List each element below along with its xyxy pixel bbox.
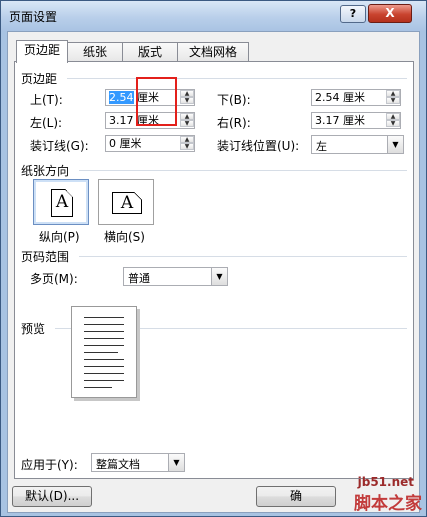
bottom-margin-input[interactable]: 2.54 厘米: [315, 91, 365, 105]
right-margin-input[interactable]: 3.17 厘米: [315, 114, 365, 128]
landscape-letter: A: [120, 193, 134, 213]
ok-button[interactable]: 确: [256, 486, 336, 507]
spin-down-icon[interactable]: ▼: [180, 120, 194, 127]
preview-text-line: [84, 331, 124, 332]
gutter-label: 装订线(G):: [30, 139, 89, 153]
orientation-group-title: 纸张方向: [21, 164, 70, 178]
portrait-page-icon: A: [51, 189, 73, 217]
default-button[interactable]: 默认(D)...: [12, 486, 92, 507]
apply-to-label: 应用于(Y):: [21, 458, 78, 472]
preview-text-line: [84, 387, 112, 388]
bottom-margin-spinner[interactable]: 2.54 厘米 ▲ ▼: [311, 89, 401, 106]
tab-layout[interactable]: 版式: [122, 42, 178, 62]
multiple-pages-value: 普通: [128, 272, 150, 285]
site-watermark: jb51.net 脚本之家: [354, 475, 422, 514]
page-preview: [71, 306, 137, 398]
right-margin-spinner[interactable]: 3.17 厘米 ▲ ▼: [311, 112, 401, 129]
preview-text-line: [84, 317, 124, 318]
spin-up-icon[interactable]: ▲: [180, 90, 194, 97]
margins-panel: 页边距 上(T): 2.54 厘米 ▲ ▼ 下(B): 2.54 厘米 ▲ ▼ …: [14, 61, 414, 479]
multiple-pages-label: 多页(M):: [30, 272, 78, 286]
tab-margins[interactable]: 页边距: [16, 40, 68, 63]
left-margin-value: 3.17: [109, 114, 134, 127]
watermark-brand: 脚本之家: [354, 494, 422, 514]
spin-up-icon[interactable]: ▲: [386, 113, 400, 120]
spin-up-icon[interactable]: ▲: [180, 136, 194, 143]
preview-group-title: 预览: [21, 322, 46, 336]
tab-paper[interactable]: 纸张: [67, 42, 123, 62]
preview-text-line: [84, 352, 118, 353]
landscape-label[interactable]: 横向(S): [104, 228, 145, 245]
preview-text-line: [84, 324, 124, 325]
top-margin-label: 上(T):: [30, 93, 63, 107]
page-setup-dialog: 页面设置 ? X 页边距 纸张 版式 文档网格 页边距 上(T): 2.54 厘…: [0, 0, 427, 517]
portrait-button[interactable]: A: [33, 179, 89, 225]
margins-divider: [67, 78, 407, 79]
help-button[interactable]: ?: [340, 5, 366, 23]
gutter-input[interactable]: 0 厘米: [109, 137, 142, 151]
title-bar: 页面设置 ? X: [1, 1, 426, 31]
right-margin-arrows: ▲ ▼: [386, 113, 400, 128]
margins-group-title: 页边距: [21, 72, 58, 86]
unit-highlight-box: [136, 77, 177, 126]
portrait-letter: A: [55, 192, 69, 212]
gutter-position-value: 左: [316, 140, 327, 153]
left-margin-label: 左(L):: [30, 116, 63, 130]
watermark-site: jb51.net: [357, 475, 414, 489]
preview-text-line: [84, 359, 124, 360]
top-margin-arrows: ▲ ▼: [180, 90, 194, 105]
orientation-divider: [79, 170, 407, 171]
apply-to-select[interactable]: 整篇文档 ▼: [91, 453, 185, 472]
bottom-margin-arrows: ▲ ▼: [386, 90, 400, 105]
close-button[interactable]: X: [368, 4, 412, 23]
preview-text-line: [84, 373, 124, 374]
chevron-down-icon[interactable]: ▼: [387, 136, 403, 153]
spin-up-icon[interactable]: ▲: [180, 113, 194, 120]
apply-to-value: 整篇文档: [96, 458, 140, 471]
preview-text-line: [84, 338, 124, 339]
preview-text-line: [84, 380, 124, 381]
preview-text-line: [84, 345, 124, 346]
spin-down-icon[interactable]: ▼: [386, 120, 400, 127]
portrait-label[interactable]: 纵向(P): [39, 228, 80, 245]
tab-document-grid[interactable]: 文档网格: [177, 42, 249, 62]
chevron-down-icon[interactable]: ▼: [211, 268, 227, 285]
spin-down-icon[interactable]: ▼: [386, 97, 400, 104]
chevron-down-icon[interactable]: ▼: [168, 454, 184, 471]
landscape-button[interactable]: A: [98, 179, 154, 225]
spin-down-icon[interactable]: ▼: [180, 143, 194, 150]
bottom-margin-label: 下(B):: [217, 93, 251, 107]
right-margin-label: 右(R):: [217, 116, 251, 130]
pages-group-title: 页码范围: [21, 250, 70, 264]
gutter-position-select[interactable]: 左 ▼: [311, 135, 404, 154]
preview-text-line: [84, 366, 124, 367]
spin-down-icon[interactable]: ▼: [180, 97, 194, 104]
gutter-arrows: ▲ ▼: [180, 136, 194, 151]
top-margin-value: 2.54: [109, 91, 134, 104]
spin-up-icon[interactable]: ▲: [386, 90, 400, 97]
gutter-spinner[interactable]: 0 厘米 ▲ ▼: [105, 135, 195, 152]
dialog-body: 页边距 纸张 版式 文档网格 页边距 上(T): 2.54 厘米 ▲ ▼ 下(B…: [7, 31, 420, 513]
gutter-position-label: 装订线位置(U):: [217, 139, 300, 153]
pages-divider: [79, 256, 407, 257]
dialog-title: 页面设置: [9, 10, 58, 24]
left-margin-arrows: ▲ ▼: [180, 113, 194, 128]
multiple-pages-select[interactable]: 普通 ▼: [123, 267, 228, 286]
landscape-page-icon: A: [112, 192, 142, 214]
